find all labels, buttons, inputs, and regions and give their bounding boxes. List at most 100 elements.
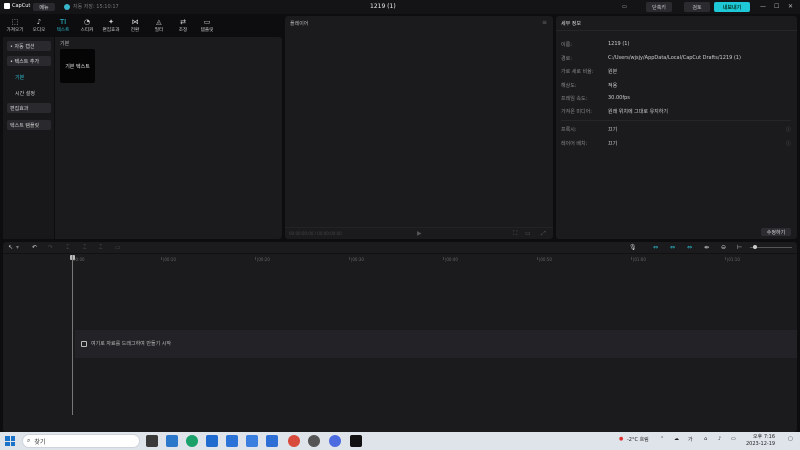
play-icon[interactable]: ▶	[417, 230, 422, 237]
close-button[interactable]: ✕	[788, 3, 793, 10]
sidebar-item-text-template[interactable]: 텍스트 템플릿	[7, 120, 51, 130]
search-icon: ⌕	[27, 437, 31, 444]
tab-transition[interactable]: ⋈ 전환	[123, 15, 147, 37]
tab-audio[interactable]: ♪ 오디오	[27, 15, 51, 37]
ruler-tick: |00:10	[161, 257, 176, 262]
details-title: 세부 정보	[561, 21, 581, 27]
menu-icon[interactable]: ≡	[542, 19, 547, 26]
tab-filter[interactable]: ◬ 필터	[147, 15, 171, 37]
speaker-icon[interactable]: ♪	[718, 436, 721, 442]
maximize-button[interactable]: ☐	[774, 3, 779, 10]
ruler-tick: |01:00	[631, 257, 646, 262]
sidebar-item-timer[interactable]: 시간 설정	[7, 88, 51, 98]
detail-key: 가로 세로 비율:	[561, 69, 594, 75]
clock-time: 오후 7:16	[753, 434, 776, 440]
redo-icon[interactable]: ↷	[48, 244, 53, 251]
split-right-icon[interactable]: ⌶	[99, 244, 103, 252]
tab-adjust[interactable]: ⇄ 조정	[171, 15, 195, 37]
weather-text[interactable]: -2°C 흐림	[627, 436, 649, 443]
edge-icon[interactable]	[186, 435, 198, 447]
language-icon[interactable]: 가	[688, 436, 693, 443]
tab-effects[interactable]: ✦ 편집효과	[99, 15, 123, 37]
sidebar-item-auto-caption[interactable]: • 자동 캡션	[7, 41, 51, 51]
info-icon[interactable]: ⓘ	[786, 140, 791, 147]
layout-icon[interactable]: ▭	[622, 2, 627, 12]
title-bar: CapCut 메뉴 자동 저장: 15:10:17 1219 (1) ▭ 단축키…	[0, 0, 800, 14]
capcut-taskbar-icon[interactable]	[350, 435, 362, 447]
chevron-down-icon[interactable]: ▾	[16, 244, 19, 251]
detail-value: 끄기	[608, 127, 618, 133]
task-view-icon[interactable]	[146, 435, 158, 447]
timeline-toolbar: ↖ ▾ ↶ ↷ ⌶ ⌶ ⌶ ▭ 🎙 ⇔ ⇔ ⇔ ⇹ ⊖ ⊢	[3, 242, 797, 254]
undo-icon[interactable]: ↶	[32, 244, 37, 251]
widgets-icon[interactable]	[166, 435, 178, 447]
chevron-up-icon[interactable]: ⌃	[660, 436, 664, 442]
notification-icon[interactable]: ▢	[788, 436, 793, 442]
tab-label: 템플릿	[200, 28, 214, 33]
sidebar-item-add-text[interactable]: • 텍스트 추가	[7, 56, 51, 66]
menu-button[interactable]: 메뉴	[33, 3, 55, 11]
zoom-fit-icon[interactable]: ⊢	[737, 244, 742, 251]
microphone-icon[interactable]: 🎙	[629, 244, 637, 251]
zoom-out-icon[interactable]: ⊖	[721, 244, 726, 251]
timeline-ruler[interactable]: 00:00 |00:10 |00:20 |00:30 |00:40 |00:50…	[3, 255, 797, 265]
detail-key: 경로:	[561, 56, 572, 62]
chrome-icon[interactable]	[288, 435, 300, 447]
cloud-icon[interactable]: ☁	[674, 436, 679, 442]
tab-sticker[interactable]: ◔ 스티커	[75, 15, 99, 37]
tab-template[interactable]: ▭ 템플릿	[195, 15, 219, 37]
sidebar-item-effects[interactable]: 편집효과	[7, 103, 51, 113]
divider	[556, 30, 797, 31]
tab-text[interactable]: TI 텍스트	[51, 15, 75, 37]
playhead[interactable]	[72, 255, 73, 415]
store-icon[interactable]	[246, 435, 258, 447]
snap-icon[interactable]: ⇔	[670, 244, 675, 251]
sidebar-item-basic[interactable]: 기본	[7, 72, 51, 82]
export-button[interactable]: 내보내기	[714, 2, 750, 12]
system-clock[interactable]: 오후 7:16 2023-12-19	[746, 434, 775, 448]
detail-value: 원래 위치에 그대로 유지하기	[608, 109, 668, 115]
split-icon[interactable]: ⌶	[66, 244, 70, 252]
fit-icon[interactable]: ⛶	[513, 230, 517, 238]
shortcut-button[interactable]: 단축키	[646, 2, 672, 12]
import-icon: ⬚	[11, 18, 19, 26]
link-icon[interactable]: ⇔	[653, 244, 658, 251]
main-track[interactable]	[75, 330, 797, 358]
split-view-icon[interactable]: ⇹	[704, 244, 709, 251]
app-icon[interactable]	[266, 435, 278, 447]
fullscreen-icon[interactable]: ⤢	[541, 230, 546, 238]
windows-start-icon[interactable]	[5, 436, 15, 446]
app-icon[interactable]	[308, 435, 320, 447]
zoom-slider-handle[interactable]	[753, 245, 757, 249]
info-icon[interactable]: ⓘ	[786, 126, 791, 133]
battery-icon[interactable]: ▭	[731, 436, 736, 442]
preview-axis-icon[interactable]: ⇔	[687, 244, 692, 251]
player-controls: 00:00:00:00 / 00:00:00:00 ▶ ⛶ ▭ ⤢	[285, 227, 553, 239]
ratio-icon[interactable]: ▭	[525, 230, 531, 237]
tab-label: 전환	[130, 28, 140, 33]
split-left-icon[interactable]: ⌶	[83, 244, 87, 252]
modify-button[interactable]: 수정하기	[761, 228, 791, 236]
audio-icon: ♪	[36, 18, 42, 26]
detail-key: 프록시:	[561, 127, 577, 133]
tab-label: 가져오기	[6, 28, 24, 33]
discord-icon[interactable]	[329, 435, 341, 447]
explorer-icon[interactable]	[206, 435, 218, 447]
minimize-button[interactable]: —	[760, 3, 766, 10]
taskbar: ⌕ 찾기 ● -2°C 흐림 ⌃ ☁ 가 ⌂ ♪ ▭ 오후 7:16 2023-…	[0, 432, 800, 450]
clock-date: 2023-12-19	[746, 441, 776, 447]
network-icon[interactable]: ⌂	[704, 436, 707, 442]
tab-label: 필터	[154, 28, 164, 33]
detail-row-ratio: 가로 세로 비율: 원본	[561, 68, 617, 75]
delete-icon[interactable]: ▭	[115, 244, 121, 251]
filter-icon: ◬	[156, 18, 162, 26]
mail-icon[interactable]	[226, 435, 238, 447]
detail-row-layer: 레이어 배치: 끄기	[561, 140, 617, 147]
detail-row-framerate: 프레임 속도: 30.00fps	[561, 95, 630, 102]
select-tool-icon[interactable]: ↖	[8, 244, 13, 251]
taskbar-search[interactable]: ⌕ 찾기	[22, 434, 140, 448]
tab-import[interactable]: ⬚ 가져오기	[3, 15, 27, 37]
default-text-card[interactable]: 기본 텍스트	[60, 49, 95, 83]
review-button[interactable]: 검토	[684, 2, 710, 12]
text-icon: TI	[59, 18, 67, 26]
